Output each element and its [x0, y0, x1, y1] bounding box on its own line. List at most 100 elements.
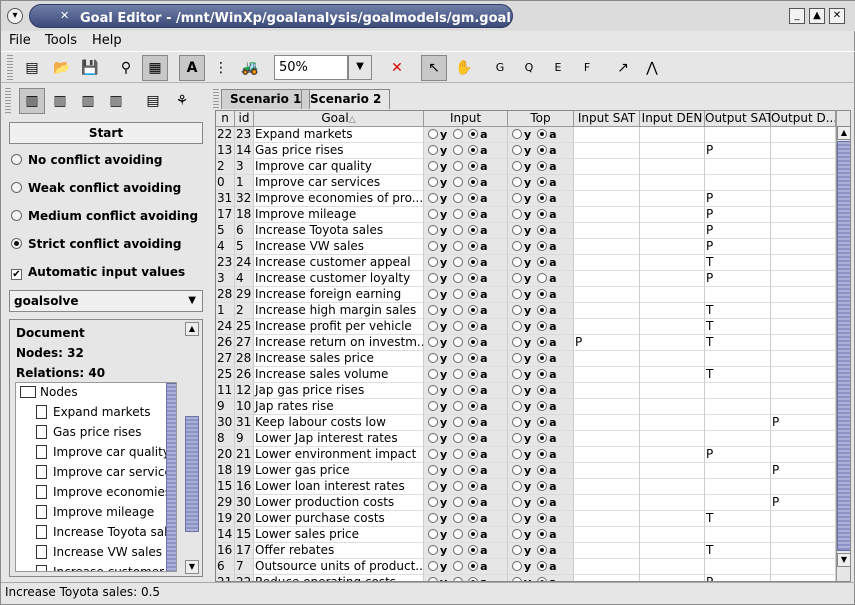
menu-file[interactable]: File — [9, 33, 31, 48]
cell-goal[interactable]: Offer rebates — [254, 543, 424, 559]
scroll-down-icon[interactable]: ▼ — [185, 560, 199, 574]
input-radio-a[interactable] — [468, 337, 479, 347]
input-radio-none[interactable] — [453, 449, 464, 459]
top-radio-y[interactable] — [512, 145, 522, 155]
table-row[interactable]: 1 2 Increase high margin sales y a y a T — [216, 303, 836, 319]
cell-osat[interactable]: T — [705, 543, 771, 559]
input-radio-a[interactable] — [468, 225, 479, 235]
input-radio-a[interactable] — [468, 465, 479, 475]
input-radio-none[interactable] — [453, 177, 464, 187]
top-radio-y[interactable] — [512, 241, 522, 251]
tree-node-item[interactable]: Gas price rises — [36, 425, 142, 445]
top-radio-y[interactable] — [512, 497, 522, 507]
table-row[interactable]: 0 1 Improve car services y a y a — [216, 175, 836, 191]
cell-goal[interactable]: Improve car services — [254, 175, 424, 191]
input-radio-none[interactable] — [428, 369, 438, 379]
input-radio-none[interactable] — [428, 561, 438, 571]
top-radio-a[interactable] — [537, 257, 548, 267]
input-radio-none[interactable] — [428, 497, 438, 507]
input-radio-a[interactable] — [468, 369, 479, 379]
cell-oden[interactable] — [771, 175, 836, 191]
input-radio-none[interactable] — [453, 161, 464, 171]
cell-oden[interactable] — [771, 287, 836, 303]
chart-forward-icon[interactable]: ▥ — [19, 88, 45, 114]
top-radio-a[interactable] — [537, 401, 548, 411]
cell-osat[interactable] — [705, 399, 771, 415]
cell-goal[interactable]: Lower loan interest rates — [254, 479, 424, 495]
cell-iden[interactable] — [640, 351, 705, 367]
top-radio-a[interactable] — [537, 145, 548, 155]
input-radio-none[interactable] — [453, 433, 464, 443]
input-radio-none[interactable] — [428, 545, 438, 555]
input-radio-none[interactable] — [428, 321, 438, 331]
cell-osat[interactable]: P — [705, 271, 771, 287]
table-row[interactable]: 25 26 Increase sales volume y a y a T — [216, 367, 836, 383]
cell-goal[interactable]: Improve mileage — [254, 207, 424, 223]
input-radio-a[interactable] — [468, 289, 479, 299]
tree-scroll-thumb[interactable] — [166, 383, 176, 571]
cell-iden[interactable] — [640, 159, 705, 175]
open-folder-icon[interactable]: 📂 — [49, 55, 75, 81]
top-radio-y[interactable] — [512, 289, 522, 299]
input-radio-a[interactable] — [468, 497, 479, 507]
cell-goal[interactable]: Increase sales price — [254, 351, 424, 367]
cell-osat[interactable]: P — [705, 575, 771, 581]
table-row[interactable]: 6 7 Outsource units of product... y a y a — [216, 559, 836, 575]
cell-iden[interactable] — [640, 575, 705, 581]
input-radio-none[interactable] — [453, 129, 464, 139]
cell-osat[interactable] — [705, 559, 771, 575]
input-radio-none[interactable] — [428, 337, 438, 347]
top-radio-y[interactable] — [512, 193, 522, 203]
cell-iden[interactable] — [640, 255, 705, 271]
top-radio-a[interactable] — [537, 481, 548, 491]
top-radio-y[interactable] — [512, 433, 522, 443]
cell-oden[interactable] — [771, 575, 836, 581]
input-radio-a[interactable] — [468, 417, 479, 427]
top-radio-a[interactable] — [537, 225, 548, 235]
cell-isat[interactable] — [574, 239, 640, 255]
input-radio-a[interactable] — [468, 161, 479, 171]
input-radio-none[interactable] — [428, 465, 438, 475]
pointer-icon[interactable]: ↖ — [421, 55, 447, 81]
cell-oden[interactable] — [771, 399, 836, 415]
cell-goal[interactable]: Increase customer loyalty — [254, 271, 424, 287]
cell-osat[interactable]: T — [705, 367, 771, 383]
evidence-node-icon[interactable]: E — [545, 55, 571, 81]
cell-goal[interactable]: Improve economies of pro... — [254, 191, 424, 207]
input-radio-none[interactable] — [428, 417, 438, 427]
input-radio-none[interactable] — [453, 497, 464, 507]
top-radio-a[interactable] — [537, 241, 548, 251]
cell-oden[interactable] — [771, 271, 836, 287]
input-radio-a[interactable] — [468, 513, 479, 523]
cell-iden[interactable] — [640, 415, 705, 431]
cell-isat[interactable] — [574, 223, 640, 239]
report-icon[interactable]: ▤ — [140, 88, 166, 114]
top-radio-a[interactable] — [537, 305, 548, 315]
top-radio-a[interactable] — [537, 289, 548, 299]
cell-isat[interactable] — [574, 255, 640, 271]
doc-scrollbar[interactable]: ▲ ▼ — [183, 320, 202, 576]
cell-isat[interactable] — [574, 175, 640, 191]
tree-node-item[interactable]: Increase VW sales — [36, 545, 162, 565]
cell-isat[interactable] — [574, 191, 640, 207]
cell-goal[interactable]: Increase VW sales — [254, 239, 424, 255]
chart-up-icon[interactable]: ▥ — [47, 88, 73, 114]
cell-iden[interactable] — [640, 287, 705, 303]
hand-icon[interactable]: ✋ — [451, 55, 477, 81]
cell-oden[interactable] — [771, 255, 836, 271]
top-radio-y[interactable] — [512, 257, 522, 267]
new-document-icon[interactable]: ▤ — [19, 55, 45, 81]
cell-iden[interactable] — [640, 367, 705, 383]
cell-oden[interactable] — [771, 543, 836, 559]
input-radio-none[interactable] — [428, 225, 438, 235]
chart-both-icon[interactable]: ▥ — [103, 88, 129, 114]
cell-osat[interactable] — [705, 287, 771, 303]
input-radio-none[interactable] — [453, 273, 464, 283]
cell-oden[interactable] — [771, 159, 836, 175]
start-button[interactable]: Start — [9, 122, 203, 144]
input-radio-a[interactable] — [468, 561, 479, 571]
cell-goal[interactable]: Keep labour costs low — [254, 415, 424, 431]
cell-iden[interactable] — [640, 239, 705, 255]
input-radio-none[interactable] — [428, 145, 438, 155]
cell-isat[interactable] — [574, 527, 640, 543]
